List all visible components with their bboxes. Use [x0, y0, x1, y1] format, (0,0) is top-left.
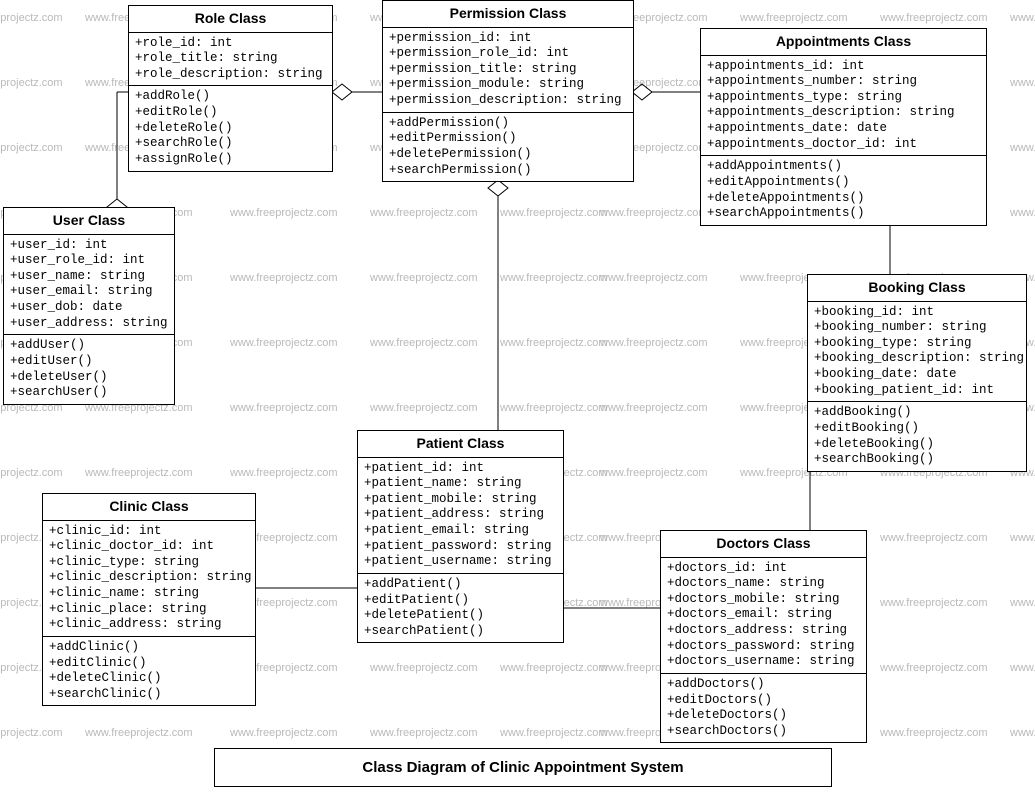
class-permission: Permission Class +permission_id: int+per… [382, 0, 634, 182]
class-clinic-title: Clinic Class [43, 494, 255, 521]
class-booking: Booking Class +booking_id: int+booking_n… [807, 274, 1027, 472]
class-role: Role Class +role_id: int+role_title: str… [128, 5, 333, 172]
diagram-title: Class Diagram of Clinic Appointment Syst… [214, 748, 832, 787]
class-booking-title: Booking Class [808, 275, 1026, 302]
class-appointments: Appointments Class +appointments_id: int… [700, 28, 987, 226]
class-permission-attrs: +permission_id: int+permission_role_id: … [383, 28, 633, 113]
class-clinic-attrs: +clinic_id: int+clinic_doctor_id: int+cl… [43, 521, 255, 637]
class-clinic-ops: +addClinic()+editClinic()+deleteClinic()… [43, 637, 255, 706]
class-appointments-attrs: +appointments_id: int+appointments_numbe… [701, 56, 986, 157]
class-user-attrs: +user_id: int+user_role_id: int+user_nam… [4, 235, 174, 336]
class-user-title: User Class [4, 208, 174, 235]
class-appointments-title: Appointments Class [701, 29, 986, 56]
class-doctors: Doctors Class +doctors_id: int+doctors_n… [660, 530, 867, 743]
class-doctors-title: Doctors Class [661, 531, 866, 558]
class-permission-ops: +addPermission()+editPermission()+delete… [383, 113, 633, 182]
class-user-ops: +addUser()+editUser()+deleteUser()+searc… [4, 335, 174, 404]
class-patient-attrs: +patient_id: int+patient_name: string+pa… [358, 458, 563, 574]
class-patient-title: Patient Class [358, 431, 563, 458]
class-clinic: Clinic Class +clinic_id: int+clinic_doct… [42, 493, 256, 706]
class-user: User Class +user_id: int+user_role_id: i… [3, 207, 175, 405]
class-booking-ops: +addBooking()+editBooking()+deleteBookin… [808, 402, 1026, 471]
class-role-title: Role Class [129, 6, 332, 33]
class-role-attrs: +role_id: int+role_title: string+role_de… [129, 33, 332, 87]
class-patient-ops: +addPatient()+editPatient()+deletePatien… [358, 574, 563, 643]
class-permission-title: Permission Class [383, 1, 633, 28]
class-appointments-ops: +addAppointments()+editAppointments()+de… [701, 156, 986, 225]
class-doctors-ops: +addDoctors()+editDoctors()+deleteDoctor… [661, 674, 866, 743]
class-role-ops: +addRole()+editRole()+deleteRole()+searc… [129, 86, 332, 170]
class-patient: Patient Class +patient_id: int+patient_n… [357, 430, 564, 643]
class-booking-attrs: +booking_id: int+booking_number: string+… [808, 302, 1026, 403]
class-doctors-attrs: +doctors_id: int+doctors_name: string+do… [661, 558, 866, 674]
